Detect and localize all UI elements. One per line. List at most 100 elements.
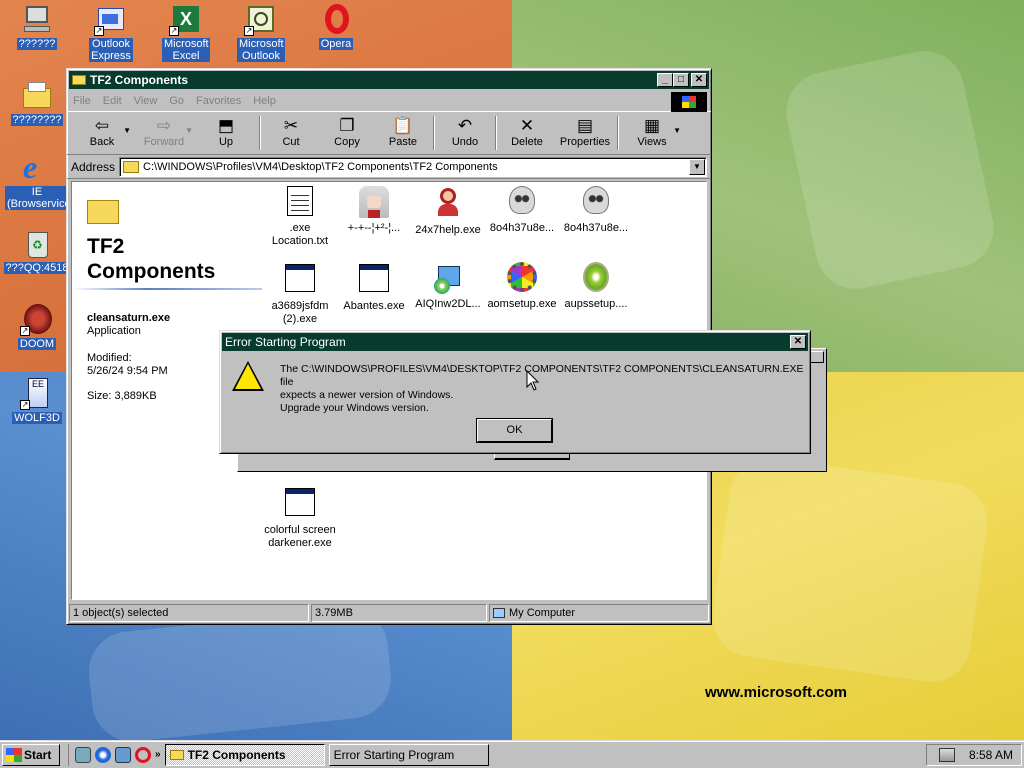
windows-logo-icon <box>6 747 22 762</box>
window-title: TF2 Components <box>90 73 188 87</box>
system-tray: 8:58 AM <box>926 743 1022 766</box>
cut-button[interactable]: ✂ Cut <box>263 114 319 152</box>
desktop-icon-ie[interactable]: e IE (Browservice <box>1 149 73 210</box>
skull-icon <box>506 186 538 218</box>
desktop-icon-opera[interactable]: Opera <box>300 4 372 50</box>
selected-file-type: Application <box>87 325 141 337</box>
anime-image-icon <box>358 186 390 218</box>
explorer-title-bar[interactable]: TF2 Components _ □ ✕ <box>69 71 709 89</box>
paste-button[interactable]: 📋 Paste <box>375 114 431 152</box>
menu-view[interactable]: View <box>134 95 158 107</box>
folder-icon <box>72 75 86 85</box>
copy-icon: ❐ <box>339 116 355 135</box>
show-desktop-icon[interactable] <box>75 746 91 763</box>
file-item[interactable]: AIQInw2DL... <box>408 262 488 311</box>
desktop-icon-wolf3d[interactable]: EE ↗ WOLF3D <box>1 378 73 424</box>
file-item[interactable]: .exe Location.txt <box>260 186 340 248</box>
gear-icon <box>506 262 538 294</box>
status-size: 3.79MB <box>311 604 487 622</box>
outlook-icon: ↗ <box>244 4 278 36</box>
delete-x-icon: ✕ <box>519 116 535 135</box>
text-file-icon <box>284 186 316 218</box>
close-button[interactable]: ✕ <box>691 73 707 87</box>
ie-icon[interactable] <box>95 746 111 763</box>
address-dropdown-button[interactable]: ▼ <box>689 158 705 175</box>
address-input[interactable]: C:\WINDOWS\Profiles\VM4\Desktop\TF2 Comp… <box>119 156 707 177</box>
menu-go[interactable]: Go <box>169 95 184 107</box>
address-label: Address <box>71 159 116 174</box>
divider <box>72 288 262 290</box>
file-item[interactable]: aupssetup.... <box>556 262 636 311</box>
wallpaper-text: www.microsoft.com <box>705 684 847 701</box>
folder-title: TF2 Components <box>87 235 216 283</box>
file-item[interactable]: 8o4h37u8e... <box>556 186 636 235</box>
file-item[interactable]: 24x7help.exe <box>408 186 488 237</box>
desktop-icon-outlook[interactable]: ↗ Microsoft Outlook <box>225 4 297 62</box>
menu-bar: File Edit View Go Favorites Help <box>67 91 711 112</box>
desktop-icon-excel[interactable]: X ↗ Microsoft Excel <box>150 4 222 62</box>
file-item[interactable]: 8o4h37u8e... <box>482 186 562 235</box>
start-button[interactable]: Start <box>2 743 60 766</box>
file-item[interactable]: aomsetup.exe <box>482 262 562 311</box>
paste-icon: 📋 <box>392 116 414 135</box>
computer-icon <box>20 4 54 36</box>
up-button[interactable]: ⬒ Up <box>195 114 257 152</box>
file-item[interactable]: a3689jsfdm (2).exe <box>260 262 340 326</box>
chevron-down-icon[interactable]: ▼ <box>673 126 681 135</box>
task-error-dialog[interactable]: Error Starting Program <box>328 743 489 766</box>
scheduler-icon[interactable] <box>938 747 955 762</box>
outlook-express-icon: ↗ <box>94 4 128 36</box>
menu-file[interactable]: File <box>73 95 91 107</box>
clock[interactable]: 8:58 AM <box>969 748 1013 762</box>
file-size: Size: 3,889KB <box>87 390 157 402</box>
desktop-icon-doom[interactable]: ↗ DOOM <box>1 304 73 350</box>
desktop-icon-recycle-bin[interactable]: ♻ ???QQ:4518 <box>1 228 73 274</box>
shield-icon <box>580 262 612 294</box>
folder-icon <box>20 80 54 112</box>
chevron-right-icon[interactable]: » <box>155 749 161 760</box>
toolbar-separator <box>495 116 497 150</box>
outlook-express-icon[interactable] <box>115 746 131 763</box>
task-tf2-components[interactable]: TF2 Components <box>164 743 325 766</box>
undo-button[interactable]: ↶ Undo <box>437 114 493 152</box>
skull-icon <box>580 186 612 218</box>
dialog-title-bar[interactable]: Error Starting Program ✕ <box>222 333 808 351</box>
file-item[interactable]: +-+--¦+²-¦... <box>334 186 414 235</box>
desktop-icon-my-computer[interactable]: ?????? <box>1 4 73 50</box>
person-icon <box>432 188 464 220</box>
windows-logo-icon <box>671 92 707 112</box>
chevron-down-icon[interactable]: ▼ <box>123 126 131 135</box>
menu-help[interactable]: Help <box>253 95 276 107</box>
menu-favorites[interactable]: Favorites <box>196 95 241 107</box>
forward-button[interactable]: ⇨ Forward ▼ <box>133 114 195 152</box>
desktop-icon-folder[interactable]: ???????? <box>1 80 73 126</box>
toolbar-separator <box>433 116 435 150</box>
error-dialog[interactable]: Error Starting Program ✕ ! The C:\WINDOW… <box>219 330 811 454</box>
selected-file-name: cleansaturn.exe <box>87 312 171 324</box>
close-button[interactable]: ✕ <box>790 335 806 349</box>
chevron-down-icon[interactable]: ▼ <box>185 126 193 135</box>
maximize-button[interactable]: □ <box>673 73 689 87</box>
views-button[interactable]: ▦ Views ▼ <box>621 114 683 152</box>
file-item[interactable]: Abantes.exe <box>334 262 414 313</box>
toolbar: ⇦ Back ▼ ⇨ Forward ▼ ⬒ Up ✂ Cut ❐ Copy 📋 Paste ↶… <box>67 111 711 155</box>
delete-button[interactable]: ✕ Delete <box>499 114 555 152</box>
copy-button[interactable]: ❐ Copy <box>319 114 375 152</box>
folder-icon <box>87 200 119 224</box>
menu-edit[interactable]: Edit <box>103 95 122 107</box>
address-bar: Address C:\WINDOWS\Profiles\VM4\Desktop\… <box>67 155 711 179</box>
minimize-button[interactable]: _ <box>657 73 673 87</box>
ie-icon: e <box>23 149 38 185</box>
properties-button[interactable]: ▤ Properties <box>555 114 615 152</box>
status-bar: 1 object(s) selected 3.79MB My Computer <box>69 604 709 622</box>
opera-icon[interactable] <box>135 746 151 763</box>
status-selected: 1 object(s) selected <box>69 604 309 622</box>
opera-icon <box>319 4 353 36</box>
address-value: C:\WINDOWS\Profiles\VM4\Desktop\TF2 Comp… <box>143 160 498 173</box>
application-icon <box>358 264 390 296</box>
back-button[interactable]: ⇦ Back ▼ <box>71 114 133 152</box>
ok-button[interactable]: OK <box>477 419 552 442</box>
desktop-icon-outlook-express[interactable]: ↗ Outlook Express <box>75 4 147 62</box>
toolbar-separator <box>259 116 261 150</box>
file-item[interactable]: colorful screen darkener.exe <box>260 486 340 550</box>
